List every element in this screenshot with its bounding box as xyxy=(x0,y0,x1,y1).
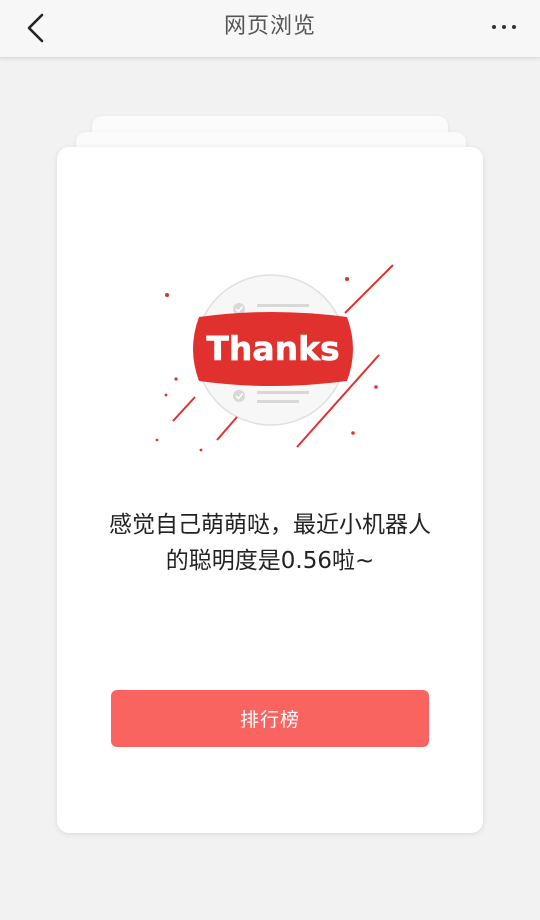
result-card: Thanks 感觉自己萌萌哒，最近小机器人 的聪明度是0.56啦~ 排行榜 xyxy=(57,147,483,833)
more-button[interactable] xyxy=(482,10,526,44)
more-dots-icon xyxy=(492,25,496,29)
message-line: 感觉自己萌萌哒，最近小机器人 xyxy=(109,512,431,538)
page-title: 网页浏览 xyxy=(223,14,316,39)
leaderboard-button[interactable]: 排行榜 xyxy=(111,690,429,747)
top-bar: 网页浏览 xyxy=(0,0,540,58)
thanks-badge-text: Thanks xyxy=(206,329,339,368)
thanks-illustration: Thanks xyxy=(155,264,394,452)
result-message: 感觉自己萌萌哒，最近小机器人 的聪明度是0.56啦~ xyxy=(57,507,483,579)
message-line: 的聪明度是0.56啦~ xyxy=(165,548,375,574)
